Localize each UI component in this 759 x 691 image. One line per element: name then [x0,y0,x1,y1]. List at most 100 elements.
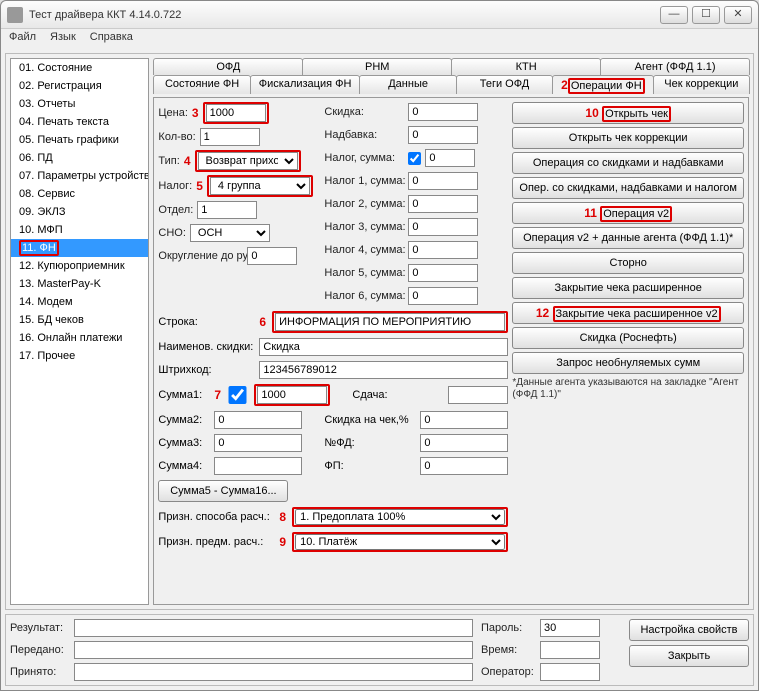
result-field[interactable] [74,619,473,637]
sno-select[interactable]: ОСН [190,224,270,242]
addon-input[interactable] [408,126,478,144]
sidebar-item-3[interactable]: 04. Печать текста [11,113,148,131]
sum3-input[interactable] [214,434,302,452]
tax2-input[interactable] [408,195,478,213]
fp-input[interactable] [420,457,508,475]
price-label: Цена: [158,107,188,119]
dept-label: Отдел: [158,204,193,216]
tab-Агент (ФФД 1.1)[interactable]: Агент (ФФД 1.1) [600,58,750,75]
paymethod-label: Призн. способа расч.: [158,511,273,523]
close-app-button[interactable]: Закрыть [629,645,749,667]
tax2-label: Налог 2, сумма: [324,198,404,210]
string-input[interactable] [275,313,505,331]
taxsum-check[interactable] [408,152,421,165]
sidebar-item-13[interactable]: 14. Модем [11,293,148,311]
props-button[interactable]: Настройка свойств [629,619,749,641]
menu-help[interactable]: Справка [90,31,133,47]
sum1-check[interactable] [227,386,248,404]
paysubj-select[interactable]: 10. Платёж [295,534,505,550]
action-button-1[interactable]: Открыть чек коррекции [512,127,744,149]
chkdisc-input[interactable] [420,411,508,429]
taxsum-label: Налог, сумма: [324,152,404,164]
annotation-n6: 6 [259,315,266,329]
paysubj-label: Призн. предм. расч.: [158,536,273,548]
tab-Теги ОФД[interactable]: Теги ОФД [456,75,553,94]
sidebar-item-7[interactable]: 08. Сервис [11,185,148,203]
fd-input[interactable] [420,434,508,452]
change-input[interactable] [448,386,508,404]
pwd-label: Пароль: [481,622,536,634]
tax-select[interactable]: 4 группа [210,177,310,195]
sidebar-item-9[interactable]: 10. МФП [11,221,148,239]
sum1-label: Сумма1: [158,389,208,401]
pwd-field[interactable] [540,619,600,637]
barcode-input[interactable] [259,361,508,379]
tab-ОФД[interactable]: ОФД [153,58,303,75]
sidebar-item-14[interactable]: 15. БД чеков [11,311,148,329]
qty-label: Кол-во: [158,131,195,143]
action-button-0[interactable]: 10 Открыть чек [512,102,744,124]
tab-Операции ФН[interactable]: 2Операции ФН [552,75,654,94]
action-button-7[interactable]: Закрытие чека расширенное [512,277,744,299]
sidebar-item-4[interactable]: 05. Печать графики [11,131,148,149]
minimize-button[interactable]: — [660,6,688,24]
sidebar-item-11[interactable]: 12. Купюроприемник [11,257,148,275]
sidebar-item-8[interactable]: 09. ЭКЛЗ [11,203,148,221]
sidebar-item-2[interactable]: 03. Отчеты [11,95,148,113]
action-button-4[interactable]: 11 Операция v2 [512,202,744,224]
qty-input[interactable] [200,128,260,146]
tab-КТН[interactable]: КТН [451,58,601,75]
tax3-input[interactable] [408,218,478,236]
sidebar-item-16[interactable]: 17. Прочее [11,347,148,365]
time-field[interactable] [540,641,600,659]
maximize-button[interactable]: ☐ [692,6,720,24]
discount-input[interactable] [408,103,478,121]
dept-input[interactable] [197,201,257,219]
sidebar-item-0[interactable]: 01. Состояние [11,59,148,77]
sidebar-item-10[interactable]: 11. ФН [11,239,148,257]
tab-Чек коррекции[interactable]: Чек коррекции [653,75,750,94]
menu-lang[interactable]: Язык [50,31,76,47]
oper-field[interactable] [540,663,600,681]
sidebar-item-1[interactable]: 02. Регистрация [11,77,148,95]
tab-Фискализация ФН[interactable]: Фискализация ФН [250,75,361,94]
tab-РНМ[interactable]: РНМ [302,58,452,75]
sums-button[interactable]: Сумма5 - Сумма16... [158,480,288,502]
paymethod-select[interactable]: 1. Предоплата 100% [295,509,505,525]
action-button-9[interactable]: Скидка (Роснефть) [512,327,744,349]
taxsum-input[interactable] [425,149,475,167]
menubar: Файл Язык Справка [1,29,758,49]
action-button-5[interactable]: Операция v2 + данные агента (ФФД 1.1)* [512,227,744,249]
action-button-6[interactable]: Сторно [512,252,744,274]
sum4-input[interactable] [214,457,302,475]
sidebar-item-6[interactable]: 07. Параметры устройства [11,167,148,185]
action-button-8[interactable]: 12 Закрытие чека расширенное v2 [512,302,744,324]
tab-Состояние ФН[interactable]: Состояние ФН [153,75,250,94]
tax1-input[interactable] [408,172,478,190]
sum1-input[interactable] [257,386,327,404]
sidebar-item-5[interactable]: 06. ПД [11,149,148,167]
sidebar-item-12[interactable]: 13. MasterPay-K [11,275,148,293]
recv-field[interactable] [74,663,473,681]
price-input[interactable] [206,104,266,122]
round-label: Округление до рубля, коп.: [158,250,243,262]
time-label: Время: [481,644,536,656]
tax4-label: Налог 4, сумма: [324,244,404,256]
sidebar-item-15[interactable]: 16. Онлайн платежи [11,329,148,347]
discname-input[interactable] [259,338,508,356]
round-input[interactable] [247,247,297,265]
tab-Данные[interactable]: Данные [359,75,456,94]
action-button-3[interactable]: Опер. со скидками, надбавками и налогом [512,177,744,199]
sent-field[interactable] [74,641,473,659]
annotation-4: 4 [184,154,191,168]
menu-file[interactable]: Файл [9,31,36,47]
type-select[interactable]: Возврат приход [198,152,298,170]
action-button-2[interactable]: Операция со скидками и надбавками [512,152,744,174]
tax5-input[interactable] [408,264,478,282]
close-button[interactable]: ✕ [724,6,752,24]
sum2-input[interactable] [214,411,302,429]
recv-label: Принято: [10,666,70,678]
action-button-10[interactable]: Запрос необнуляемых сумм [512,352,744,374]
tax4-input[interactable] [408,241,478,259]
tax6-input[interactable] [408,287,478,305]
